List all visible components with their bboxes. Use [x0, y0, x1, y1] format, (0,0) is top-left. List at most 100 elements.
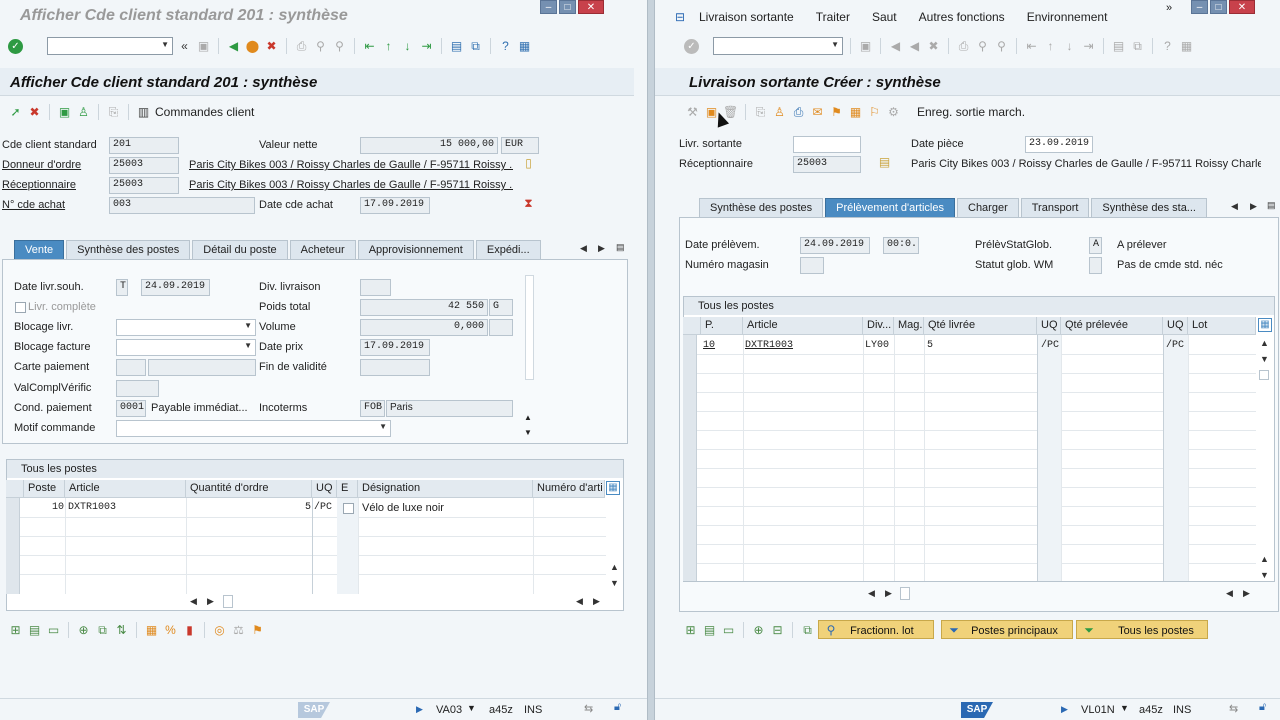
sold-to-label[interactable]: Donneur d'ordre: [2, 159, 81, 171]
menu-icon[interactable]: ⊟: [675, 10, 685, 24]
shortcut-icon[interactable]: ⧉: [1130, 39, 1145, 54]
card-number-field[interactable]: [148, 359, 256, 376]
row-item[interactable]: 10: [703, 340, 715, 351]
hscroll-left-icon[interactable]: ◀: [868, 588, 875, 599]
table-settings-icon[interactable]: ▦: [606, 481, 620, 495]
status-dropdown-icon[interactable]: ▼: [1120, 703, 1129, 713]
po-field[interactable]: 003: [109, 197, 255, 214]
status-dropdown-icon[interactable]: ▼: [467, 703, 476, 713]
prev-page-icon[interactable]: ↑: [381, 39, 396, 54]
tab-right-icon[interactable]: ▶: [598, 243, 605, 254]
hscroll-thumb[interactable]: [223, 595, 233, 608]
pricing-date-field[interactable]: 17.09.2019: [360, 339, 430, 356]
save-icon[interactable]: ▣: [858, 39, 873, 54]
doc-flow-icon[interactable]: ⎘: [753, 105, 768, 120]
tab-list-icon[interactable]: ▤: [616, 242, 625, 253]
detail-icon[interactable]: ⊞: [683, 623, 698, 638]
tab-left-icon[interactable]: ◀: [580, 243, 587, 254]
row-select-header[interactable]: [683, 317, 701, 335]
wm-status-field[interactable]: [1089, 257, 1102, 274]
status-play-icon[interactable]: ▶: [416, 704, 423, 715]
hscroll2-left-icon[interactable]: ◀: [576, 596, 583, 607]
total-weight-field[interactable]: 42 550: [360, 299, 488, 316]
row-selectors[interactable]: [6, 498, 20, 594]
bill-block-dropdown[interactable]: [116, 339, 256, 356]
tab-left-icon[interactable]: ◀: [1231, 201, 1238, 212]
shortcut-icon[interactable]: ⧉: [468, 39, 483, 54]
orders-icon[interactable]: ▥: [136, 105, 151, 120]
new-session-icon[interactable]: ▤: [1111, 39, 1126, 54]
deselect-icon[interactable]: ▭: [46, 623, 61, 638]
delete-row-icon[interactable]: ⊟: [770, 623, 785, 638]
sold-to-field[interactable]: 25003: [109, 157, 179, 174]
col-storage[interactable]: Mag.: [894, 317, 924, 335]
volume-unit-field[interactable]: [489, 319, 513, 336]
menu-environment[interactable]: Environnement: [1027, 10, 1108, 24]
col-e[interactable]: E: [337, 480, 358, 498]
delete-icon[interactable]: ✖: [27, 105, 42, 120]
save-icon[interactable]: ▣: [196, 39, 211, 54]
tab-item-overview[interactable]: Synthèse des postes: [699, 198, 824, 218]
pick-date-field[interactable]: 24.09.2019: [800, 237, 870, 254]
tab-right-icon[interactable]: ▶: [1250, 201, 1257, 212]
col-description[interactable]: Désignation: [358, 480, 533, 498]
status-tcode[interactable]: VL01N: [1081, 704, 1115, 716]
batch-icon[interactable]: ▦: [848, 105, 863, 120]
find-icon[interactable]: ⚲: [313, 39, 328, 54]
menu-goto[interactable]: Saut: [872, 10, 897, 24]
row-material[interactable]: DXTR1003: [745, 340, 793, 351]
print-icon[interactable]: ⎙: [956, 39, 971, 54]
validity-field[interactable]: [360, 359, 430, 376]
menu-more-icon[interactable]: »: [1166, 2, 1172, 14]
req-date-type[interactable]: T: [116, 279, 128, 296]
hscroll-thumb[interactable]: [900, 587, 910, 600]
exit-icon[interactable]: ⬤: [245, 39, 260, 54]
complete-checkbox[interactable]: [15, 302, 26, 313]
col-material[interactable]: Article: [743, 317, 863, 335]
header-icon[interactable]: ▣: [57, 105, 72, 120]
status-layout-icon[interactable]: ⇆: [584, 702, 593, 715]
col-material[interactable]: Article: [65, 480, 186, 498]
cardcheck-field[interactable]: [116, 380, 159, 397]
doc-field[interactable]: 201: [109, 137, 179, 154]
collapse-icon[interactable]: «: [177, 39, 192, 54]
cancel-icon[interactable]: ✖: [926, 39, 941, 54]
maximize-button[interactable]: □: [1210, 0, 1227, 14]
incoterms-field[interactable]: FOB: [360, 400, 385, 417]
col-batch[interactable]: Lot: [1188, 317, 1256, 335]
serial-icon[interactable]: ⚐: [867, 105, 882, 120]
card-type-field[interactable]: [116, 359, 146, 376]
col-uom[interactable]: UQ: [312, 480, 337, 498]
goods-issue-button[interactable]: Enreg. sortie march.: [917, 105, 1025, 119]
col-plant[interactable]: Div...: [863, 317, 894, 335]
config-icon[interactable]: ▮: [182, 623, 197, 638]
pricing-icon[interactable]: ⚖: [231, 623, 246, 638]
scroll-up2-icon[interactable]: ▲: [1260, 554, 1269, 564]
table-settings-icon[interactable]: ▦: [1258, 318, 1272, 332]
copy-icon[interactable]: ⧉: [800, 623, 815, 638]
cancel-icon[interactable]: ✖: [264, 39, 279, 54]
col-delivered-qty[interactable]: Qté livrée: [924, 317, 1037, 335]
hscroll-right-icon[interactable]: ▶: [885, 588, 892, 599]
maximize-button[interactable]: □: [559, 0, 576, 14]
create-icon[interactable]: ➚: [8, 105, 23, 120]
prev-page-icon[interactable]: ↑: [1043, 39, 1058, 54]
close-button[interactable]: ✕: [578, 0, 604, 14]
find-icon[interactable]: ⚲: [975, 39, 990, 54]
doc-date-field[interactable]: 23.09.2019: [1025, 136, 1093, 153]
close-button[interactable]: ✕: [1229, 0, 1255, 14]
history-icon[interactable]: ⧗: [521, 196, 536, 211]
tab-picking[interactable]: Prélèvement d'articles: [825, 198, 955, 218]
print-icon[interactable]: ⎙: [294, 39, 309, 54]
scroll-down-icon[interactable]: ▼: [610, 578, 619, 588]
last-page-icon[interactable]: ⇥: [1081, 39, 1096, 54]
help-icon[interactable]: ?: [1160, 39, 1175, 54]
schedule-lines-icon[interactable]: ▦: [144, 623, 159, 638]
scroll-down2-icon[interactable]: ▼: [1260, 570, 1269, 580]
po-date-field[interactable]: 17.09.2019: [360, 197, 430, 214]
insert-row-icon[interactable]: ⊕: [76, 623, 91, 638]
last-page-icon[interactable]: ⇥: [419, 39, 434, 54]
row-selectors[interactable]: [683, 335, 697, 581]
minimize-button[interactable]: –: [1191, 0, 1208, 14]
address-icon[interactable]: ▤: [877, 155, 892, 170]
